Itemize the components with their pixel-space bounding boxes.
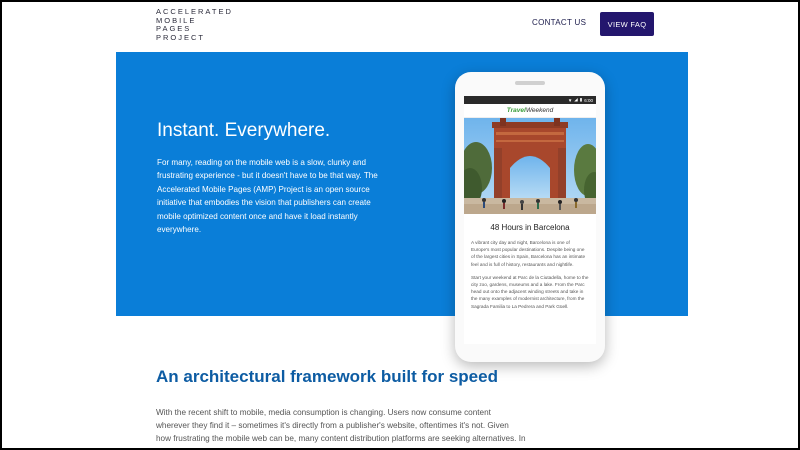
article-title: 48 Hours in Barcelona [490, 223, 570, 232]
wifi-icon: ◢ [574, 97, 578, 102]
article-body: A vibrant city day and night, Barcelona … [464, 232, 596, 310]
brand-part-2: Weekend [525, 107, 554, 114]
travel-weekend-logo: Travel Weekend [464, 104, 596, 118]
status-time: 6:00 [584, 97, 593, 103]
view-faq-button[interactable]: VIEW FAQ [600, 12, 654, 36]
logo-line: PROJECT [156, 32, 206, 42]
phone-mockup: ▼ ◢ ▮ 6:00 Travel Weekend 48 Hours in Ba… [455, 72, 605, 362]
hero-title: Instant. Everywhere. [157, 120, 331, 141]
hero-description: For many, reading on the mobile web is a… [157, 158, 378, 235]
phone-speaker [515, 81, 545, 85]
status-bar: ▼ ◢ ▮ 6:00 [464, 96, 596, 104]
signal-icon: ▼ [567, 97, 573, 103]
contact-us-link[interactable]: CONTACT US [532, 18, 586, 27]
battery-icon: ▮ [579, 97, 583, 102]
phone-screen: ▼ ◢ ▮ 6:00 Travel Weekend 48 Hours in Ba… [464, 96, 596, 344]
article-paragraph: A vibrant city day and night, Barcelona … [471, 240, 586, 267]
section-title: An architectural framework built for spe… [156, 367, 498, 386]
brand-part-1: Travel [506, 107, 526, 114]
section-text: With the recent shift to mobile, media c… [156, 408, 526, 448]
browser-viewport: ACCELERATED MOBILE PAGES PROJECT CONTACT… [0, 0, 800, 450]
article-paragraph: Start your weekend at Parc de la Ciutade… [471, 274, 589, 309]
arc-de-triomf-photo [464, 118, 596, 214]
amp-logo[interactable]: ACCELERATED MOBILE PAGES PROJECT [156, 7, 233, 42]
site-header: ACCELERATED MOBILE PAGES PROJECT CONTACT… [2, 2, 798, 52]
